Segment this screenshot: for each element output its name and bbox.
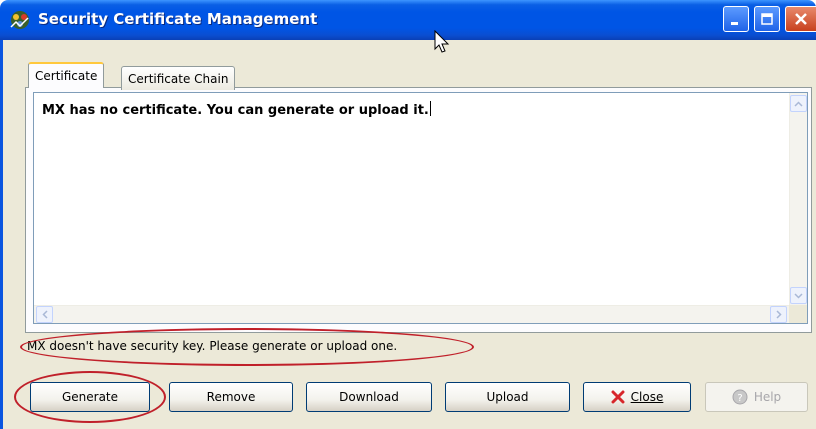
text-caret: [429, 101, 431, 116]
scrollbar-corner: [789, 305, 807, 323]
tab-certificate-chain[interactable]: Certificate Chain: [121, 66, 236, 90]
download-button[interactable]: Download: [306, 382, 432, 412]
generate-highlight-ellipse: [14, 371, 166, 423]
help-button-label: Help: [753, 390, 782, 404]
title-bar[interactable]: Security Certificate Management: [0, 0, 816, 40]
close-button-label: Close: [630, 390, 664, 404]
tab-certificate[interactable]: Certificate: [28, 62, 105, 88]
status-highlight-ellipse: [20, 328, 474, 366]
chevron-down-icon: [794, 292, 803, 299]
horizontal-scrollbar[interactable]: [34, 305, 789, 323]
mouse-cursor-icon: [434, 30, 450, 53]
remove-button[interactable]: Remove: [169, 382, 293, 412]
close-x-icon: [611, 390, 625, 404]
maximize-button[interactable]: [754, 6, 780, 32]
close-icon: [795, 13, 807, 25]
minimize-button[interactable]: [723, 6, 749, 32]
tab-certificate-chain-label: Certificate Chain: [128, 71, 229, 86]
certificate-text-area[interactable]: MX has no certificate. You can generate …: [33, 92, 808, 324]
chevron-up-icon: [794, 100, 803, 107]
vertical-scrollbar[interactable]: [789, 93, 807, 306]
help-icon: ?: [732, 389, 748, 405]
app-certificate-icon: [10, 11, 29, 29]
scroll-up-button[interactable]: [790, 95, 807, 112]
chevron-right-icon: [775, 310, 782, 319]
help-button[interactable]: ? Help: [705, 382, 808, 412]
security-certificate-window: Security Certificate Management Certific…: [0, 0, 816, 429]
scroll-left-button[interactable]: [36, 306, 53, 323]
window-close-button[interactable]: [785, 6, 816, 32]
maximize-icon: [761, 13, 773, 25]
chevron-left-icon: [41, 310, 48, 319]
upload-button-label: Upload: [486, 390, 529, 404]
window-title: Security Certificate Management: [38, 10, 318, 28]
minimize-icon: [731, 22, 738, 25]
close-button[interactable]: Close: [583, 382, 691, 412]
download-button-label: Download: [339, 390, 399, 404]
upload-button[interactable]: Upload: [445, 382, 570, 412]
remove-button-label: Remove: [206, 390, 256, 404]
certificate-text: MX has no certificate. You can generate …: [42, 101, 431, 118]
svg-text:?: ?: [737, 393, 742, 404]
certificate-message: MX has no certificate. You can generate …: [42, 103, 429, 118]
tab-certificate-label: Certificate: [35, 69, 98, 83]
scroll-down-button[interactable]: [790, 287, 807, 304]
scroll-right-button[interactable]: [770, 306, 787, 323]
